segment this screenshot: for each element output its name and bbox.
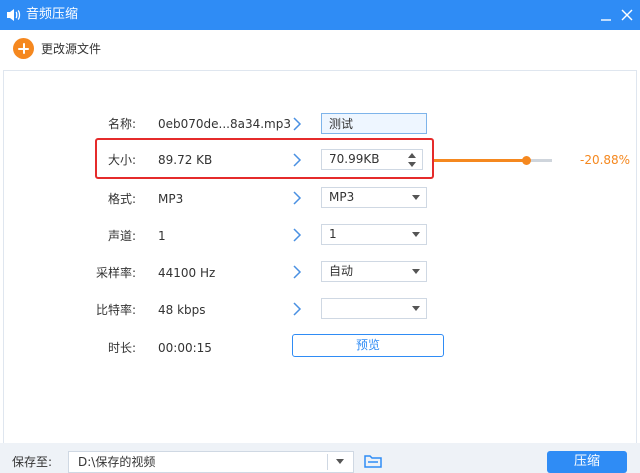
minimize-icon[interactable]	[599, 8, 613, 22]
compress-button[interactable]: 压缩	[547, 451, 627, 473]
duration-value: 00:00:15	[158, 341, 212, 355]
chevron-right-icon	[293, 302, 302, 316]
dropdown-arrow-icon	[412, 306, 420, 311]
dropdown-arrow-icon	[412, 232, 420, 237]
size-value: 89.72 KB	[158, 153, 213, 167]
plus-circle-icon[interactable]	[13, 38, 34, 59]
save-to-label: 保存至:	[12, 455, 53, 469]
toolbar: 更改源文件	[0, 30, 640, 70]
dropdown-arrow-icon[interactable]	[336, 459, 344, 464]
bottom-bar: 保存至: D:\保存的视频 压缩	[0, 443, 640, 473]
slider-handle[interactable]	[522, 156, 531, 165]
size-label: 大小:	[107, 153, 136, 167]
chevron-right-icon	[293, 117, 302, 131]
channel-label: 声道:	[107, 229, 136, 243]
name-label: 名称:	[107, 117, 136, 131]
sample-rate-value: 44100 Hz	[158, 266, 216, 280]
dropdown-arrow-icon	[412, 195, 420, 200]
output-name-input[interactable]	[321, 113, 427, 134]
format-select[interactable]: MP3	[321, 187, 427, 208]
chevron-right-icon	[293, 153, 302, 167]
stepper-down-icon[interactable]	[408, 162, 416, 167]
sample-rate-select-value: 自动	[329, 264, 354, 278]
size-reduction-percent: -20.88%	[580, 153, 631, 167]
duration-label: 时长:	[107, 341, 136, 355]
title-bar: 音频压缩	[0, 0, 640, 30]
channel-select-value: 1	[329, 227, 337, 241]
change-source-button[interactable]: 更改源文件	[41, 42, 101, 56]
chevron-right-icon	[293, 265, 302, 279]
size-slider[interactable]	[434, 156, 552, 165]
format-label: 格式:	[107, 192, 136, 206]
bitrate-label: 比特率:	[95, 303, 136, 317]
audio-icon	[7, 9, 21, 21]
sample-rate-label: 采样率:	[95, 266, 136, 280]
dropdown-arrow-icon	[412, 269, 420, 274]
stepper-up-icon[interactable]	[408, 153, 416, 158]
format-select-value: MP3	[329, 190, 355, 204]
preview-button[interactable]: 预览	[292, 334, 444, 357]
path-divider	[327, 454, 328, 470]
folder-icon[interactable]	[364, 454, 382, 468]
target-size-stepper[interactable]: 70.99KB	[321, 149, 423, 170]
format-value: MP3	[158, 192, 184, 206]
window-title: 音频压缩	[26, 7, 79, 22]
slider-fill	[434, 159, 526, 162]
name-value: 0eb070de...8a34.mp3	[158, 117, 291, 131]
channel-select[interactable]: 1	[321, 224, 427, 245]
content-panel	[3, 70, 637, 443]
sample-rate-select[interactable]: 自动	[321, 261, 427, 282]
chevron-right-icon	[293, 191, 302, 205]
target-size-value: 70.99KB	[329, 152, 380, 166]
bitrate-value: 48 kbps	[158, 303, 206, 317]
save-path-select[interactable]: D:\保存的视频	[68, 451, 354, 473]
bitrate-select[interactable]	[321, 298, 427, 319]
chevron-right-icon	[293, 228, 302, 242]
save-path-value: D:\保存的视频	[78, 455, 156, 469]
channel-value: 1	[158, 229, 166, 243]
close-icon[interactable]	[621, 8, 633, 22]
